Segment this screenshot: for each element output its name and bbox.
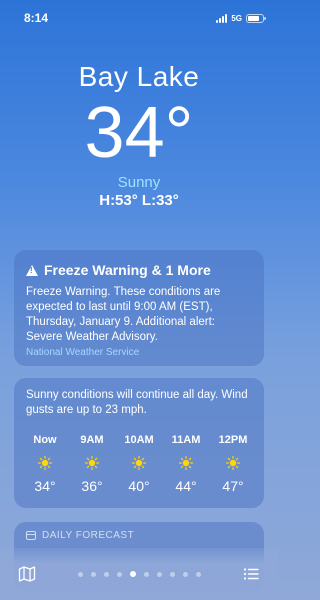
sun-icon [85,456,99,470]
page-dot[interactable] [156,571,162,577]
battery-icon [246,13,266,23]
status-time: 8:14 [24,11,49,25]
hour-label: 12PM [218,434,248,446]
daily-forecast-title: DAILY FORECAST [42,530,135,541]
alert-body: Freeze Warning. These conditions are exp… [26,286,221,343]
hour-temp: 44° [175,478,197,494]
page-dot[interactable] [77,571,83,577]
status-indicators: 5G [216,13,266,23]
network-type: 5G [231,13,242,23]
bottom-toolbar [0,548,278,600]
hour-temp: 34° [34,478,56,494]
hour-item: 11AM 44° [167,434,205,494]
sun-icon [179,456,193,470]
hour-item: Now 34° [26,434,64,494]
page-dot[interactable] [103,571,109,577]
hour-temp: 47° [222,478,244,494]
alert-title: Freeze Warning & 1 More [44,262,211,278]
page-dot[interactable] [143,571,149,577]
high-low: H:53° L:33° [99,192,179,209]
status-bar: 8:14 5G [0,0,278,36]
hour-item: 12PM 47° [214,434,252,494]
map-icon[interactable] [18,565,36,583]
hourly-description: Sunny conditions will continue all day. … [26,389,248,416]
sun-icon [38,456,52,470]
current-conditions: Bay Lake 34° Sunny H:53° L:33° [0,60,278,210]
hour-item: 10AM 40° [120,434,158,494]
calendar-icon [26,531,36,540]
list-icon[interactable] [242,565,260,583]
alert-header: Freeze Warning & 1 More [26,262,252,278]
hour-label: 10AM [124,434,154,446]
page-dot[interactable] [90,571,96,577]
sun-icon [132,456,146,470]
page-dot[interactable] [169,571,175,577]
hourly-forecast-card[interactable]: Sunny conditions will continue all day. … [14,378,264,508]
current-temperature: 34° [84,93,194,173]
hour-label: Now [33,434,57,446]
hour-temp: 36° [81,478,103,494]
hourly-list: Now 34° 9AM 36° 10AM 40° 11AM 44° 12PM 4… [26,434,252,494]
hour-label: 9AM [80,434,104,446]
page-indicator[interactable] [77,571,201,577]
sun-icon [226,456,240,470]
alert-source[interactable]: National Weather Service [26,347,252,358]
page-dot-active[interactable] [129,571,136,577]
city-name: Bay Lake [78,61,200,92]
page-dot[interactable] [116,571,122,577]
warning-icon [26,264,38,276]
condition-label: Sunny [117,174,161,191]
signal-icon [216,13,228,23]
alert-card[interactable]: Freeze Warning & 1 More Freeze Warning. … [14,250,264,366]
page-dot[interactable] [182,571,188,577]
hour-item: 9AM 36° [73,434,111,494]
hour-label: 11AM [171,434,201,446]
page-dot[interactable] [195,571,201,577]
hour-temp: 40° [128,478,150,494]
daily-forecast-header: DAILY FORECAST [26,530,252,541]
